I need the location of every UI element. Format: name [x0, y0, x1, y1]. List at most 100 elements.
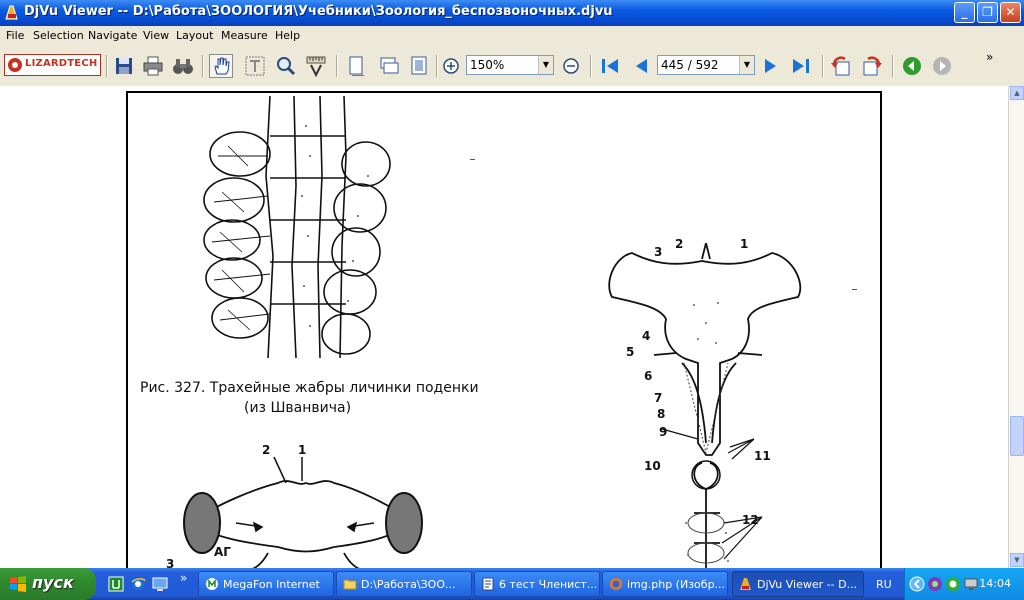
- clock: 14:04: [979, 577, 1011, 590]
- hand-icon: [214, 57, 230, 75]
- zoom-select[interactable]: 150% ▼: [466, 55, 554, 75]
- magnifier-icon: [277, 57, 296, 76]
- back-button[interactable]: [901, 55, 923, 77]
- tray-status-icon[interactable]: [945, 576, 961, 592]
- scroll-up-button[interactable]: ▲: [1010, 86, 1024, 100]
- figure-label: 2: [262, 443, 271, 457]
- figure-label: 10: [644, 459, 661, 473]
- quicklaunch-app-icon[interactable]: [108, 576, 124, 592]
- menu-layout[interactable]: Layout: [176, 29, 213, 42]
- menu-selection[interactable]: Selection: [33, 29, 84, 42]
- task-megafon[interactable]: MegaFon Internet: [198, 571, 334, 597]
- minimize-button[interactable]: _: [954, 2, 975, 23]
- chevron-down-icon[interactable]: ▼: [538, 56, 553, 74]
- scroll-thumb[interactable]: [1010, 416, 1024, 456]
- figure-label: 5: [626, 345, 635, 359]
- first-page-button[interactable]: [599, 55, 621, 77]
- rotate-right-button[interactable]: [861, 55, 883, 77]
- text-select-icon: [245, 56, 265, 76]
- arrow-right-icon: [765, 59, 776, 73]
- zoom-out-icon: [563, 58, 579, 74]
- task-label: DjVu Viewer -- D...: [757, 578, 858, 591]
- single-page-layout-button[interactable]: [345, 55, 367, 77]
- last-page-button[interactable]: [790, 55, 812, 77]
- firefox-icon: [610, 578, 622, 590]
- task-firefox[interactable]: img.php (Изобр...: [602, 571, 728, 597]
- next-page-button[interactable]: [760, 55, 782, 77]
- task-djvu-viewer[interactable]: DjVu Viewer -- D...: [732, 571, 864, 597]
- menu-navigate[interactable]: Navigate: [88, 29, 137, 42]
- menu-file[interactable]: File: [6, 29, 24, 42]
- system-tray: 14:04: [904, 568, 1024, 600]
- binoculars-icon: [173, 59, 193, 74]
- tray-expand-icon[interactable]: [909, 576, 925, 592]
- zoom-out-button[interactable]: [560, 55, 582, 77]
- figure-label: 8: [657, 407, 666, 421]
- rotate-left-icon: [831, 56, 850, 76]
- chevron-down-icon[interactable]: ▼: [739, 56, 754, 74]
- forward-button[interactable]: [931, 55, 953, 77]
- desktop-icon[interactable]: [152, 576, 168, 592]
- menu-measure[interactable]: Measure: [221, 29, 268, 42]
- toolbar-separator: [202, 55, 204, 77]
- zoom-value: 150%: [470, 58, 505, 72]
- text-select-button[interactable]: [244, 55, 266, 77]
- measure-tool-button[interactable]: [305, 55, 327, 77]
- megafon-icon: [206, 578, 218, 590]
- lizardtech-logo[interactable]: LIZARDTECH: [4, 54, 101, 76]
- taskbar: пуск » MegaFon Internet D:\Работа\ЗОО...…: [0, 568, 1024, 600]
- toolbar-separator: [590, 55, 592, 77]
- logo-text: LIZARDTECH: [25, 58, 98, 69]
- zoom-in-button[interactable]: [440, 55, 462, 77]
- task-label: 6 тест Членист...: [499, 578, 598, 591]
- printer-icon: [143, 56, 163, 76]
- page-number: 445 / 592: [661, 58, 719, 72]
- toolbar-overflow-chevron[interactable]: »: [986, 50, 993, 64]
- hand-tool-button[interactable]: [209, 54, 233, 78]
- print-button[interactable]: [142, 55, 164, 77]
- folder-icon: [343, 579, 357, 590]
- forward-circle-icon: [933, 57, 951, 75]
- single-page-icon: [349, 56, 364, 76]
- menu-help[interactable]: Help: [275, 29, 300, 42]
- save-button[interactable]: [113, 55, 135, 77]
- toolbar-separator: [436, 55, 438, 77]
- figure-label: 9: [659, 425, 668, 439]
- vertical-scrollbar[interactable]: ▲ ▼: [1008, 86, 1024, 568]
- zoom-tool-button[interactable]: [275, 55, 297, 77]
- task-word-document[interactable]: 6 тест Членист...: [474, 571, 600, 597]
- page-select[interactable]: 445 / 592 ▼: [657, 55, 755, 75]
- start-label: пуск: [32, 573, 74, 592]
- tray-network-icon[interactable]: [927, 576, 943, 592]
- menu-bar: File Selection Navigate View Layout Meas…: [0, 26, 1024, 46]
- save-icon: [116, 58, 132, 74]
- continuous-layout-button[interactable]: [378, 55, 400, 77]
- tray-monitor-icon[interactable]: [963, 576, 979, 592]
- toolbar: LIZARDTECH 150% ▼ 445 / 592 ▼ »: [0, 46, 1024, 87]
- document-page: Рис. 327. Трахейные жабры личинки поденк…: [126, 91, 882, 571]
- menu-view[interactable]: View: [143, 29, 169, 42]
- scroll-down-button[interactable]: ▼: [1010, 553, 1024, 567]
- facing-pages-button[interactable]: [408, 55, 430, 77]
- lizardtech-mark-icon: [8, 58, 22, 72]
- previous-page-button[interactable]: [630, 55, 652, 77]
- close-button[interactable]: ✕: [1000, 2, 1021, 23]
- toolbar-separator: [822, 55, 824, 77]
- figure-tracheal-gills: [203, 96, 391, 358]
- arrow-left-icon: [636, 59, 647, 73]
- quicklaunch-overflow[interactable]: »: [180, 571, 187, 585]
- document-viewport[interactable]: Рис. 327. Трахейные жабры личинки поденк…: [0, 86, 1008, 571]
- djvu-app-icon: [5, 5, 18, 20]
- find-button[interactable]: [172, 55, 194, 77]
- task-explorer-folder[interactable]: D:\Работа\ЗОО...: [336, 571, 472, 597]
- figure-caption-source: (из Шванвича): [244, 400, 352, 416]
- toolbar-separator: [106, 55, 108, 77]
- toolbar-separator: [336, 55, 338, 77]
- language-indicator[interactable]: RU: [876, 578, 892, 591]
- internet-explorer-icon[interactable]: [130, 576, 146, 592]
- figure-label: АГ: [214, 545, 231, 559]
- start-button[interactable]: пуск: [0, 568, 96, 600]
- maximize-button[interactable]: ❐: [977, 2, 998, 23]
- rotate-left-button[interactable]: [830, 55, 852, 77]
- speck-mark: [470, 159, 475, 160]
